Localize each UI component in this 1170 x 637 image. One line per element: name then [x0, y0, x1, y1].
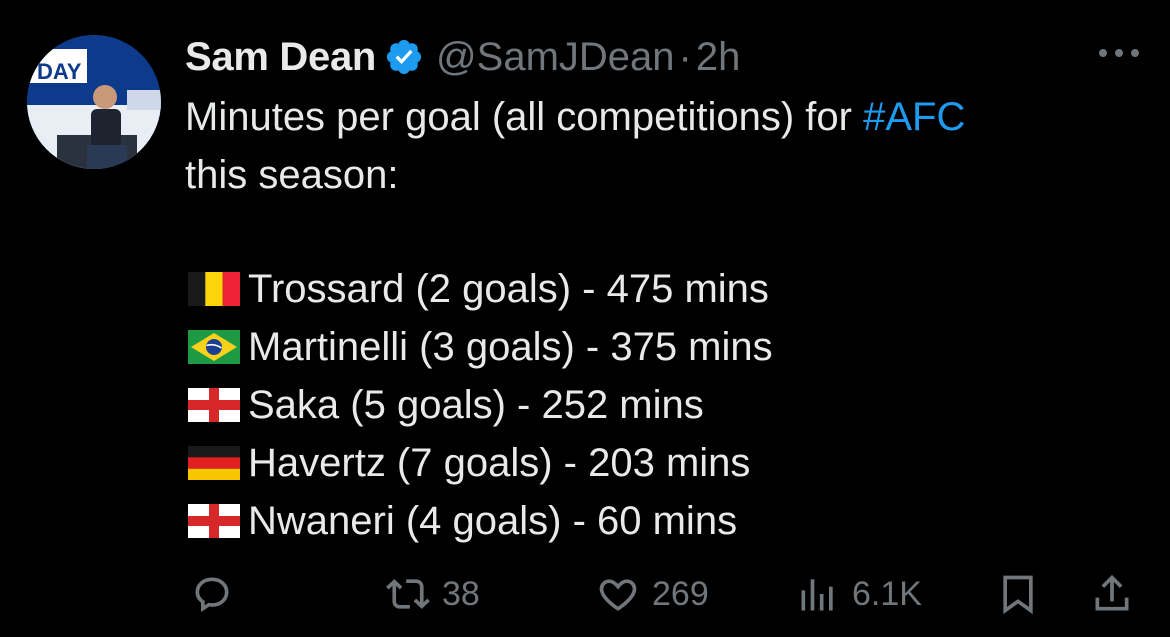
- list-item: Martinelli (3 goals) - 375 mins: [188, 318, 773, 376]
- player-line: Trossard (2 goals) - 475 mins: [248, 267, 769, 311]
- player-line: Havertz (7 goals) - 203 mins: [248, 441, 751, 485]
- action-bar: 38 269 6.1K: [0, 572, 1170, 624]
- player-line: Nwaneri (4 goals) - 60 mins: [248, 499, 738, 543]
- brazil-flag-icon: [188, 330, 240, 364]
- bookmark-icon: [1003, 575, 1033, 615]
- share-icon: [1095, 574, 1129, 611]
- repost-icon: [386, 579, 430, 609]
- hashtag-link[interactable]: #AFC: [863, 95, 965, 139]
- separator-dot: ·: [678, 34, 692, 79]
- list-item: Saka (5 goals) - 252 mins: [188, 376, 773, 434]
- bookmark-button[interactable]: [996, 572, 1040, 616]
- tweet-header: Sam Dean @SamJDean · 2h: [185, 30, 740, 84]
- player-list: Trossard (2 goals) - 475 mins Martinelli…: [188, 260, 773, 550]
- belgium-flag-icon: [188, 272, 240, 306]
- repost-count: 38: [442, 574, 480, 613]
- like-count: 269: [652, 574, 709, 613]
- more-options-icon[interactable]: [1096, 38, 1142, 68]
- avatar[interactable]: DAY: [27, 35, 161, 169]
- analytics-icon: [801, 579, 833, 611]
- list-item: Nwaneri (4 goals) - 60 mins: [188, 492, 773, 550]
- like-button[interactable]: 269: [596, 572, 709, 616]
- heart-icon: [599, 579, 637, 611]
- author-handle[interactable]: @SamJDean: [436, 35, 674, 80]
- verified-badge-icon: [386, 39, 422, 75]
- share-button[interactable]: [1090, 572, 1134, 616]
- germany-flag-icon: [188, 446, 240, 480]
- england-flag-icon: [188, 504, 240, 538]
- views-count: 6.1K: [852, 574, 922, 613]
- england-flag-icon: [188, 388, 240, 422]
- reply-button[interactable]: [190, 572, 234, 616]
- tweet-text-line2: this season:: [185, 153, 399, 197]
- tweet-text-line1: Minutes per goal (all competitions) for: [185, 95, 864, 139]
- player-line: Saka (5 goals) - 252 mins: [248, 383, 704, 427]
- list-item: Trossard (2 goals) - 475 mins: [188, 260, 773, 318]
- list-item: Havertz (7 goals) - 203 mins: [188, 434, 773, 492]
- avatar-banner-text: DAY: [37, 59, 82, 84]
- views-button[interactable]: 6.1K: [796, 572, 922, 616]
- repost-button[interactable]: 38: [386, 572, 480, 616]
- tweet-text: Minutes per goal (all competitions) for …: [185, 88, 1145, 204]
- reply-icon: [195, 577, 229, 613]
- timestamp[interactable]: 2h: [696, 35, 741, 80]
- author-name[interactable]: Sam Dean: [185, 35, 376, 80]
- player-line: Martinelli (3 goals) - 375 mins: [248, 325, 773, 369]
